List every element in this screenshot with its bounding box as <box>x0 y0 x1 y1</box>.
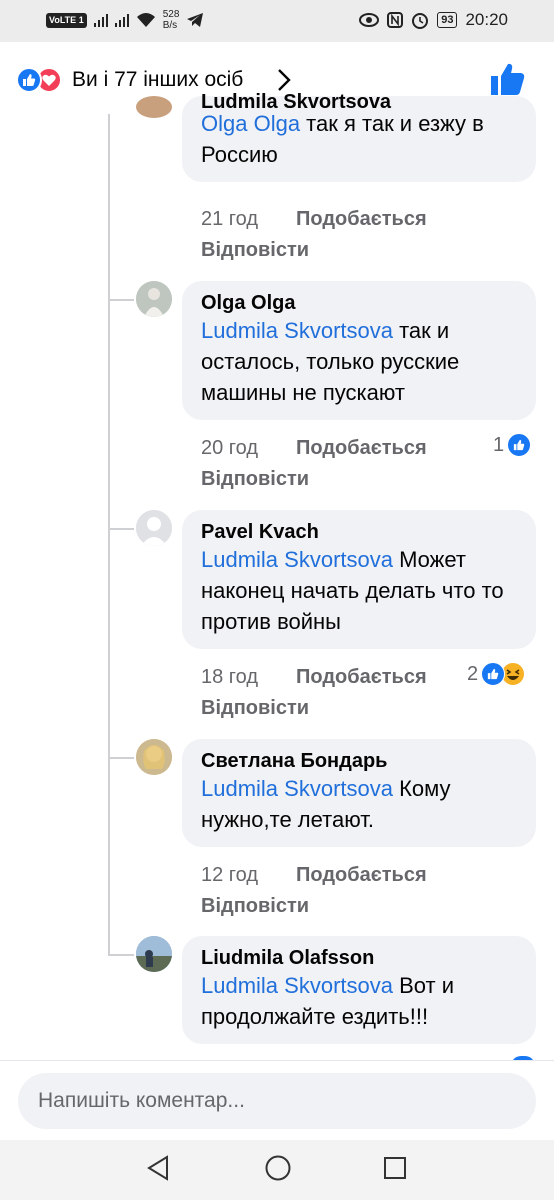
comment-time[interactable]: 20 год <box>201 437 258 460</box>
reaction-count[interactable]: 2 <box>467 662 526 686</box>
avatar[interactable] <box>136 96 172 118</box>
comment-bubble: Liudmila Olafsson Ludmila Skvortsova Вот… <box>182 936 536 1044</box>
like-icon <box>481 662 506 686</box>
reply-button[interactable]: Відповісти <box>201 697 309 720</box>
reaction-icons[interactable] <box>16 67 62 93</box>
thread-branch <box>108 757 134 759</box>
comment-time[interactable]: 21 год <box>201 208 258 231</box>
chevron-right-icon[interactable] <box>276 68 292 92</box>
mention-link[interactable]: Ludmila Skvortsova <box>201 318 393 343</box>
comment-text: Ludmila Skvortsova Вот и продолжайте езд… <box>201 973 454 1029</box>
system-nav-bar <box>0 1140 554 1200</box>
mention-link[interactable]: Ludmila Skvortsova <box>201 547 393 572</box>
status-right: 93 20:20 <box>359 10 508 30</box>
comment-text: Ludmila Skvortsova так и осталось, тольк… <box>201 318 460 405</box>
comment-bubble: Ludmila Skvortsova Olga Olga так я так и… <box>182 91 536 182</box>
reply-button[interactable]: Відповісти <box>201 239 309 262</box>
volte-icon: VoLTE 1 <box>46 12 87 28</box>
like-button[interactable]: Подобається <box>296 208 427 231</box>
avatar[interactable] <box>136 936 172 972</box>
comment-bubble: Светлана Бондарь Ludmila Skvortsova Кому… <box>182 739 536 847</box>
reaction-count[interactable]: 1 <box>493 433 532 457</box>
telegram-icon <box>187 13 204 27</box>
reaction-count-value: 2 <box>467 662 479 685</box>
signal-2-icon <box>114 13 129 27</box>
reply-button[interactable]: Відповісти <box>201 895 309 918</box>
signal-icon <box>93 13 108 27</box>
reaction-summary[interactable]: Ви і 77 інших осіб <box>72 68 243 92</box>
recents-icon[interactable] <box>383 1154 407 1182</box>
wifi-icon <box>136 13 155 27</box>
status-left: VoLTE 1 528 B/s <box>46 9 204 31</box>
home-icon[interactable] <box>264 1154 292 1182</box>
nfc-icon <box>387 12 404 28</box>
reaction-count-value: 1 <box>493 433 505 456</box>
like-icon <box>16 67 42 93</box>
comment-composer: Напишіть коментар... <box>0 1060 554 1140</box>
thread-branch <box>108 528 134 530</box>
avatar[interactable] <box>136 739 172 775</box>
battery-icon: 93 <box>437 12 458 28</box>
mention-link[interactable]: Ludmila Skvortsova <box>201 776 393 801</box>
like-icon <box>507 433 532 457</box>
alarm-icon <box>412 13 429 29</box>
eye-icon <box>359 13 380 27</box>
comment-text: Olga Olga так я так и езжу в Россию <box>201 111 484 167</box>
comment-text: Ludmila Skvortsova Может наконец начать … <box>201 547 504 634</box>
comment-author[interactable]: Liudmila Olafsson <box>201 946 518 970</box>
thread-branch <box>108 954 134 956</box>
network-speed: 528 B/s <box>162 9 180 31</box>
comment-input[interactable]: Напишіть коментар... <box>18 1073 536 1129</box>
like-button[interactable]: Подобається <box>296 864 427 887</box>
status-bar: VoLTE 1 528 B/s 93 20:20 <box>0 0 554 42</box>
comment-text: Ludmila Skvortsova Кому нужно,те летают. <box>201 776 451 832</box>
status-time: 20:20 <box>465 10 508 29</box>
mention-link[interactable]: Olga Olga <box>201 111 300 136</box>
reply-button[interactable]: Відповісти <box>201 468 309 491</box>
comment-bubble: Pavel Kvach Ludmila Skvortsova Может нак… <box>182 510 536 649</box>
comment-time[interactable]: 18 год <box>201 666 258 689</box>
thread-line <box>108 114 110 954</box>
mention-link[interactable]: Ludmila Skvortsova <box>201 973 393 998</box>
back-icon[interactable] <box>145 1154 171 1182</box>
comment-author[interactable]: Olga Olga <box>201 291 518 315</box>
comment-author[interactable]: Pavel Kvach <box>201 520 518 544</box>
like-button[interactable]: Подобається <box>296 437 427 460</box>
avatar[interactable] <box>136 510 172 546</box>
avatar[interactable] <box>136 281 172 317</box>
comment-author[interactable]: Светлана Бондарь <box>201 749 518 773</box>
thread-branch <box>108 299 134 301</box>
like-button[interactable]: Подобається <box>296 666 427 689</box>
comment-time[interactable]: 12 год <box>201 864 258 887</box>
comment-bubble: Olga Olga Ludmila Skvortsova так и остал… <box>182 281 536 420</box>
comment-author[interactable]: Ludmila Skvortsova <box>201 90 518 108</box>
